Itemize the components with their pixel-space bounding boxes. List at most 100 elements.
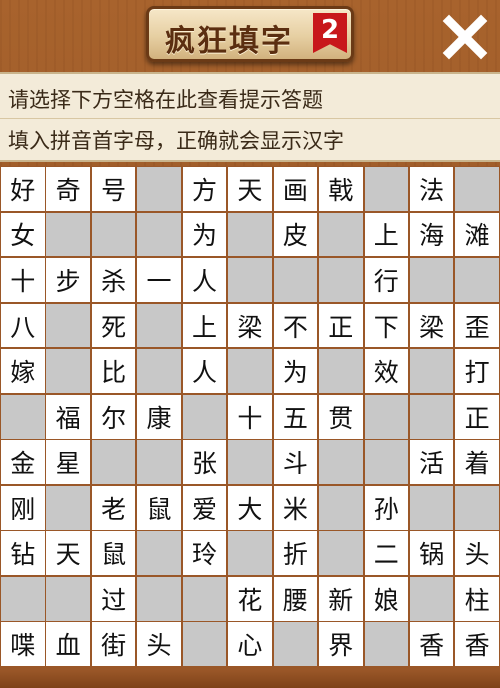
grid-cell[interactable]: 斗 — [273, 440, 318, 485]
grid-cell[interactable]: 上 — [364, 212, 408, 257]
grid-cell[interactable]: 正 — [319, 303, 363, 348]
grid-cell[interactable]: 十 — [1, 258, 45, 302]
grid-cell[interactable]: 人 — [182, 349, 227, 393]
grid-cell[interactable]: 行 — [364, 258, 408, 302]
grid-cell[interactable]: 打 — [455, 349, 499, 393]
grid-cell[interactable]: 爱 — [182, 485, 227, 530]
grid-cell[interactable]: 腰 — [273, 576, 318, 621]
grid-cell[interactable]: 孙 — [364, 485, 408, 530]
grid-cell[interactable]: 歪 — [455, 303, 499, 348]
grid-cell[interactable]: 钻 — [1, 531, 45, 576]
grid-cell[interactable]: 界 — [319, 622, 363, 667]
grid-cell[interactable]: 奇 — [46, 167, 90, 211]
grid-cell-blocked — [319, 485, 363, 530]
grid-cell[interactable]: 为 — [182, 212, 227, 257]
grid-cell-blocked — [364, 622, 408, 667]
grid-cell[interactable]: 大 — [228, 485, 272, 530]
grid-cell[interactable]: 喋 — [1, 622, 45, 667]
grid-cell[interactable]: 画 — [273, 167, 318, 211]
grid-cell[interactable]: 五 — [273, 394, 318, 439]
grid-cell[interactable]: 为 — [273, 349, 318, 393]
grid-cell[interactable]: 花 — [228, 576, 272, 621]
grid-cell[interactable]: 康 — [137, 394, 181, 439]
grid-cell[interactable]: 香 — [455, 622, 499, 667]
grid-cell[interactable]: 柱 — [455, 576, 499, 621]
grid-cell[interactable]: 折 — [273, 531, 318, 576]
grid-cell-blocked — [364, 167, 408, 211]
grid-cell-blocked — [91, 212, 136, 257]
grid-cell-blocked — [46, 303, 90, 348]
close-button[interactable] — [440, 12, 490, 62]
grid-cell[interactable]: 头 — [137, 622, 181, 667]
grid-cell-blocked — [364, 394, 408, 439]
grid-cell[interactable]: 梁 — [409, 303, 454, 348]
grid-cell[interactable]: 心 — [228, 622, 272, 667]
grid-cell[interactable]: 血 — [46, 622, 90, 667]
grid-cell[interactable]: 梁 — [228, 303, 272, 348]
grid-cell[interactable]: 张 — [182, 440, 227, 485]
grid-cell-blocked — [273, 622, 318, 667]
grid-cell[interactable]: 二 — [364, 531, 408, 576]
grid-cell-blocked — [319, 531, 363, 576]
grid-cell[interactable]: 活 — [409, 440, 454, 485]
grid-cell[interactable]: 天 — [228, 167, 272, 211]
grid-cell[interactable]: 金 — [1, 440, 45, 485]
hint-panel: 请选择下方空格在此查看提示答题 填入拼音首字母，正确就会显示汉字 — [0, 72, 500, 162]
grid-cell[interactable]: 不 — [273, 303, 318, 348]
grid-cell[interactable]: 福 — [46, 394, 90, 439]
grid-cell[interactable]: 正 — [455, 394, 499, 439]
grid-cell-blocked — [409, 394, 454, 439]
grid-cell[interactable]: 鼠 — [91, 531, 136, 576]
grid-cell[interactable]: 死 — [91, 303, 136, 348]
grid-cell-blocked — [182, 622, 227, 667]
grid-cell[interactable]: 十 — [228, 394, 272, 439]
grid-cell-blocked — [182, 576, 227, 621]
grid-cell[interactable]: 海 — [409, 212, 454, 257]
grid-cell-blocked — [228, 258, 272, 302]
grid-cell[interactable]: 着 — [455, 440, 499, 485]
grid-cell[interactable]: 贯 — [319, 394, 363, 439]
grid-cell[interactable]: 过 — [91, 576, 136, 621]
grid-cell[interactable]: 香 — [409, 622, 454, 667]
grid-cell[interactable]: 上 — [182, 303, 227, 348]
grid-cell-blocked — [46, 349, 90, 393]
grid-cell[interactable]: 天 — [46, 531, 90, 576]
grid-cell[interactable]: 街 — [91, 622, 136, 667]
grid-cell[interactable]: 鼠 — [137, 485, 181, 530]
grid-cell[interactable]: 比 — [91, 349, 136, 393]
grid-cell[interactable]: 锅 — [409, 531, 454, 576]
grid-cell-blocked — [319, 258, 363, 302]
grid-cell[interactable]: 戟 — [319, 167, 363, 211]
level-badge: 2 — [313, 13, 347, 53]
grid-cell[interactable]: 老 — [91, 485, 136, 530]
grid-cell[interactable]: 下 — [364, 303, 408, 348]
grid-cell-blocked — [319, 440, 363, 485]
grid-cell[interactable]: 玲 — [182, 531, 227, 576]
top-bar: 疯狂填字 2 — [0, 0, 500, 72]
grid-cell[interactable]: 滩 — [455, 212, 499, 257]
grid-cell[interactable]: 效 — [364, 349, 408, 393]
grid-cell[interactable]: 方 — [182, 167, 227, 211]
grid-cell-blocked — [319, 212, 363, 257]
grid-cell[interactable]: 头 — [455, 531, 499, 576]
grid-cell-blocked — [137, 167, 181, 211]
grid-cell[interactable]: 法 — [409, 167, 454, 211]
grid-cell[interactable]: 杀 — [91, 258, 136, 302]
grid-cell[interactable]: 步 — [46, 258, 90, 302]
grid-cell[interactable]: 米 — [273, 485, 318, 530]
grid-cell[interactable]: 女 — [1, 212, 45, 257]
grid-cell[interactable]: 娘 — [364, 576, 408, 621]
grid-cell[interactable]: 新 — [319, 576, 363, 621]
grid-cell[interactable]: 嫁 — [1, 349, 45, 393]
grid-cell[interactable]: 皮 — [273, 212, 318, 257]
grid-cell-blocked — [455, 167, 499, 211]
grid-cell[interactable]: 人 — [182, 258, 227, 302]
grid-cell[interactable]: 八 — [1, 303, 45, 348]
grid-cell-blocked — [137, 531, 181, 576]
grid-cell[interactable]: 尔 — [91, 394, 136, 439]
grid-cell[interactable]: 刚 — [1, 485, 45, 530]
grid-cell[interactable]: 星 — [46, 440, 90, 485]
grid-cell[interactable]: 好 — [1, 167, 45, 211]
grid-cell[interactable]: 一 — [137, 258, 181, 302]
grid-cell[interactable]: 号 — [91, 167, 136, 211]
